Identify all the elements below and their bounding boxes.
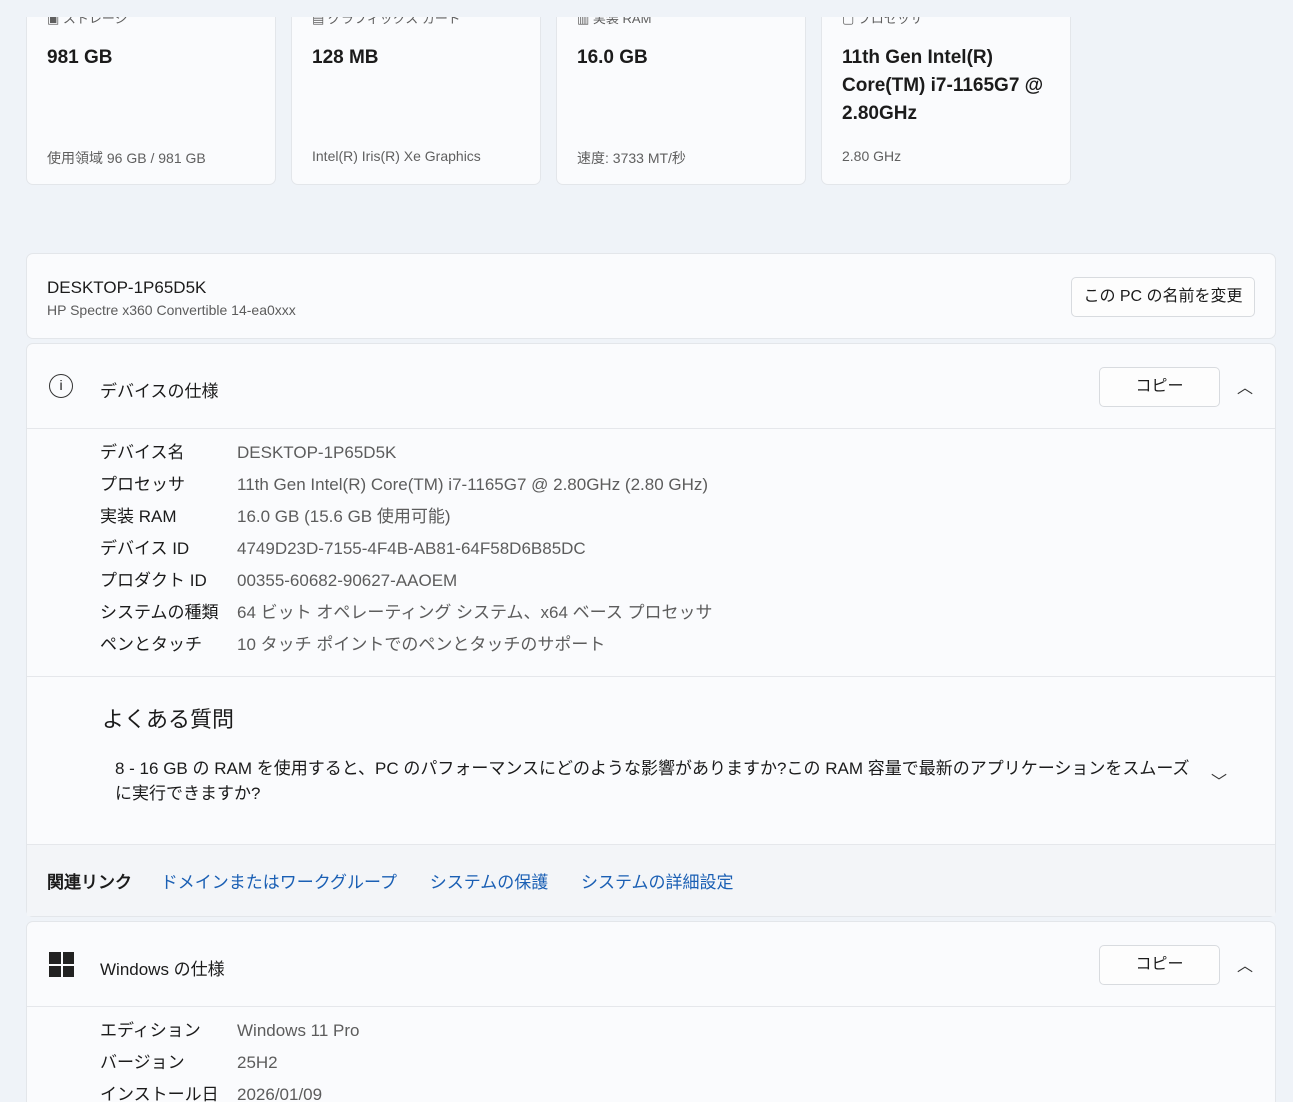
storage-tile[interactable]: ▣ ストレージ 981 GB 使用領域 96 GB / 981 GB	[26, 17, 276, 185]
ram-icon: ▥	[577, 17, 593, 26]
rename-pc-button[interactable]: この PC の名前を変更	[1071, 277, 1255, 317]
processor-tile[interactable]: ▢ プロセッサ 11th Gen Intel(R) Core(TM) i7-11…	[821, 17, 1071, 185]
spec-value: 64 ビット オペレーティング システム、x64 ベース プロセッサ	[237, 603, 713, 622]
spec-key: エディション	[100, 1021, 201, 1040]
related-links-bar: 関連リンク ドメインまたはワークグループ システムの保護 システムの詳細設定	[27, 845, 1275, 916]
graphics-card-icon: ▤	[312, 17, 328, 26]
spec-key: ペンとタッチ	[100, 635, 202, 654]
chevron-up-icon[interactable]: ︿	[1237, 952, 1253, 976]
advanced-system-settings-link[interactable]: システムの詳細設定	[581, 873, 734, 892]
device-spec-header[interactable]: i デバイスの仕様 コピー ︿	[27, 344, 1275, 428]
spec-row: ペンとタッチ 10 タッチ ポイントでのペンとタッチのサポート	[100, 629, 605, 661]
tile-value: 16.0 GB	[577, 47, 648, 68]
divider	[27, 676, 1275, 677]
spec-value: DESKTOP-1P65D5K	[237, 443, 397, 462]
tile-label: 実装 RAM	[592, 17, 652, 26]
domain-workgroup-link[interactable]: ドメインまたはワークグループ	[161, 873, 397, 892]
divider	[27, 1006, 1275, 1007]
spec-value: 11th Gen Intel(R) Core(TM) i7-1165G7 @ 2…	[237, 475, 709, 494]
device-spec-title: デバイスの仕様	[100, 382, 219, 401]
tile-sub: 速度: 3733 MT/秒	[577, 150, 686, 166]
spec-row: デバイス ID 4749D23D-7155-4F4B-AB81-64F58D6B8…	[100, 533, 586, 565]
spec-row: プロダクト ID 00355-60682-90627-AAOEM	[100, 565, 457, 597]
spec-key: 実装 RAM	[100, 507, 177, 526]
system-protection-link[interactable]: システムの保護	[430, 873, 549, 892]
divider	[27, 428, 1275, 429]
tile-sub: Intel(R) Iris(R) Xe Graphics	[312, 148, 481, 164]
spec-key: プロセッサ	[100, 475, 185, 494]
copy-windows-spec-button[interactable]: コピー	[1099, 945, 1220, 985]
spec-value: 00355-60682-90627-AAOEM	[237, 571, 458, 590]
faq-title: よくある質問	[102, 707, 235, 732]
spec-row: システムの種類 64 ビット オペレーティング システム、x64 ベース プロセッ…	[100, 597, 713, 629]
tile-label: プロセッサ	[857, 17, 923, 26]
tile-label: グラフィックス カード	[327, 17, 461, 26]
spec-row: デバイス名 DESKTOP-1P65D5K	[100, 437, 396, 469]
settings-scroll-area[interactable]: ▣ ストレージ 981 GB 使用領域 96 GB / 981 GB ▤ グラフ…	[0, 17, 1293, 1102]
tile-value: 981 GB	[47, 47, 113, 68]
spec-row: バージョン 25H2	[100, 1047, 278, 1079]
spec-value: 10 タッチ ポイントでのペンとタッチのサポート	[237, 635, 606, 654]
spec-row: 実装 RAM 16.0 GB (15.6 GB 使用可能)	[100, 501, 451, 533]
spec-key: デバイス名	[100, 443, 185, 462]
tile-label: ストレージ	[62, 17, 128, 26]
pc-name: DESKTOP-1P65D5K	[47, 278, 207, 297]
spec-value: 2026/01/09	[237, 1085, 323, 1102]
info-icon: i	[49, 374, 73, 398]
related-links-label: 関連リンク	[47, 873, 132, 892]
windows-spec-title: Windows の仕様	[100, 960, 225, 979]
tile-sub: 使用領域 96 GB / 981 GB	[47, 150, 206, 166]
spec-key: バージョン	[100, 1053, 185, 1072]
faq-question[interactable]: 8 - 16 GB の RAM を使用すると、PC のパフォーマンスにどのような…	[115, 756, 1195, 806]
tile-value: 128 MB	[312, 47, 379, 68]
spec-value: 25H2	[237, 1053, 278, 1072]
chevron-down-icon[interactable]: ﹀	[1211, 768, 1227, 792]
device-spec-panel: i デバイスの仕様 コピー ︿ デバイス名 DESKTOP-1P65D5K プロセッ…	[26, 343, 1276, 917]
spec-row: エディション Windows 11 Pro	[100, 1015, 360, 1047]
copy-device-spec-button[interactable]: コピー	[1099, 367, 1220, 407]
pc-model: HP Spectre x360 Convertible 14-ea0xxx	[47, 302, 296, 318]
spec-key: デバイス ID	[100, 539, 190, 558]
windows-logo-icon	[49, 952, 74, 977]
storage-icon: ▣	[47, 17, 63, 26]
spec-value: 4749D23D-7155-4F4B-AB81-64F58D6B85DC	[237, 539, 586, 558]
spec-key: システムの種類	[100, 603, 219, 622]
spec-key: プロダクト ID	[100, 571, 207, 590]
ram-tile[interactable]: ▥ 実装 RAM 16.0 GB 速度: 3733 MT/秒	[556, 17, 806, 185]
tile-sub: 2.80 GHz	[842, 148, 902, 164]
processor-icon: ▢	[842, 17, 858, 26]
windows-spec-panel: Windows の仕様 コピー ︿ エディション Windows 11 Pro バー…	[26, 921, 1276, 1102]
spec-value: 16.0 GB (15.6 GB 使用可能)	[237, 507, 451, 526]
tile-value: 11th Gen Intel(R) Core(TM) i7-1165G7 @ 2…	[842, 47, 1044, 124]
spec-row: プロセッサ 11th Gen Intel(R) Core(TM) i7-1165G…	[100, 469, 708, 501]
chevron-up-icon[interactable]: ︿	[1237, 374, 1253, 398]
spec-row: インストール日 2026/01/09	[100, 1079, 322, 1102]
graphics-tile[interactable]: ▤ グラフィックス カード 128 MB Intel(R) Iris(R) Xe…	[291, 17, 541, 185]
spec-value: Windows 11 Pro	[237, 1021, 360, 1040]
spec-key: インストール日	[100, 1085, 219, 1102]
pc-name-card: DESKTOP-1P65D5K HP Spectre x360 Converti…	[26, 253, 1276, 339]
windows-spec-header[interactable]: Windows の仕様 コピー ︿	[27, 922, 1275, 1006]
